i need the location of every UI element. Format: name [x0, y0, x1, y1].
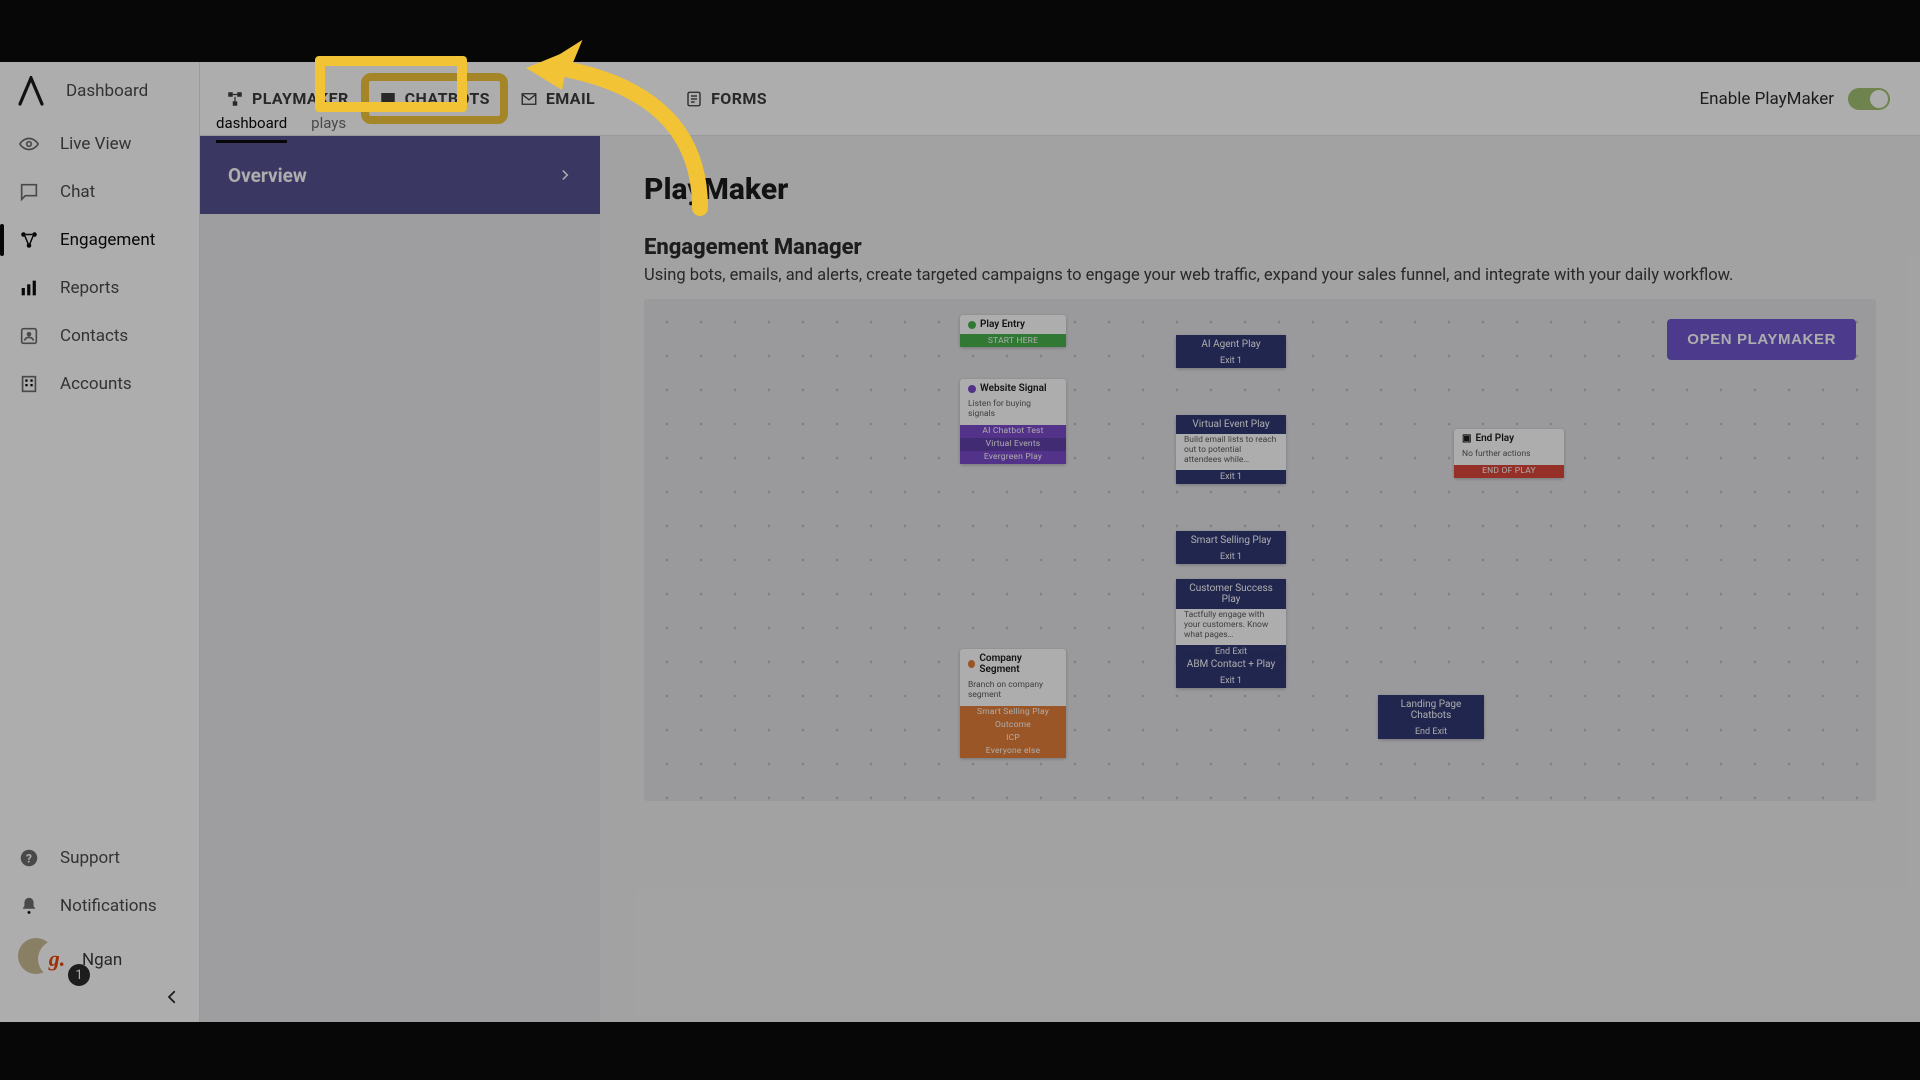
node-smart-selling[interactable]: Smart Selling Play Exit 1: [1176, 531, 1286, 564]
chevron-left-icon: [163, 988, 181, 1006]
collapse-button[interactable]: [0, 982, 199, 1012]
stop-icon: ▣: [1462, 433, 1471, 444]
logo-row: Dashboard: [0, 62, 199, 120]
sidebar-item-support[interactable]: ? Support: [0, 834, 199, 882]
tab-label: EMAIL: [546, 89, 595, 108]
rail-label: Overview: [228, 164, 307, 187]
tab-label: PLAYMAKER: [252, 89, 349, 108]
node-abm[interactable]: ABM Contact + Play Exit 1: [1176, 655, 1286, 688]
subtab-plays[interactable]: plays: [311, 114, 346, 143]
contact-icon: [18, 325, 40, 347]
sidebar-item-notifications[interactable]: Notifications: [0, 882, 199, 930]
svg-text:?: ?: [26, 852, 32, 866]
node-website-signal[interactable]: Website Signal Listen for buying signals…: [960, 379, 1066, 464]
tab-playmaker[interactable]: PLAYMAKER: [216, 81, 359, 116]
section-description: Using bots, emails, and alerts, create t…: [644, 266, 1876, 285]
nav-top: Live View Chat Engagement: [0, 120, 199, 834]
tab-label: CHATBOTS: [405, 89, 490, 108]
form-icon: [685, 90, 703, 108]
help-icon: ?: [18, 847, 40, 869]
bell-icon: [18, 895, 40, 917]
node-virtual-event[interactable]: Virtual Event Play Build email lists to …: [1176, 415, 1286, 484]
building-icon: [18, 373, 40, 395]
chat-icon: [18, 181, 40, 203]
logo-icon: [18, 76, 44, 106]
user-name: Ngan: [82, 950, 122, 970]
bars-icon: [18, 277, 40, 299]
mail-icon: [520, 90, 538, 108]
flow-connectors: [644, 299, 944, 449]
enable-toggle[interactable]: [1848, 88, 1890, 110]
header-tabs: PLAYMAKER CHATBOTS EMAIL: [216, 81, 777, 116]
node-play-entry[interactable]: Play Entry START HERE: [960, 315, 1066, 347]
open-playmaker-button[interactable]: OPEN PLAYMAKER: [1667, 319, 1856, 360]
sidebar-label: Support: [60, 848, 120, 868]
sidebar-label: Reports: [60, 278, 119, 298]
node-ai-agent[interactable]: AI Agent Play Exit 1: [1176, 335, 1286, 368]
nodes-icon: [18, 229, 40, 251]
sidebar-item-contacts[interactable]: Contacts: [0, 312, 199, 360]
section-subtitle: Engagement Manager: [644, 235, 1876, 260]
tab-email[interactable]: EMAIL: [510, 81, 605, 116]
chat-icon: [379, 90, 397, 108]
sidebar-label: Accounts: [60, 374, 132, 394]
sidebar-label: Chat: [60, 182, 95, 202]
tab-label: FORMS: [711, 89, 767, 108]
sidebar-item-accounts[interactable]: Accounts: [0, 360, 199, 408]
main: PlayMaker Engagement Manager Using bots,…: [600, 136, 1920, 1022]
node-company-segment[interactable]: Company Segment Branch on company segmen…: [960, 649, 1066, 758]
enable-label: Enable PlayMaker: [1699, 89, 1834, 109]
node-end-play[interactable]: ▣End Play No further actions END OF PLAY: [1454, 429, 1564, 478]
page-title: PlayMaker: [644, 172, 1876, 207]
node-landing[interactable]: Landing Page Chatbots End Exit: [1378, 695, 1484, 739]
notification-badge: 1: [68, 964, 90, 986]
tab-forms[interactable]: FORMS: [675, 81, 777, 116]
sidebar-label: Contacts: [60, 326, 128, 346]
sidebar-item-engagement[interactable]: Engagement: [0, 216, 199, 264]
sidebar: Dashboard Live View Chat: [0, 62, 200, 1022]
sidebar-label: Engagement: [60, 230, 155, 250]
subtab-dashboard[interactable]: dashboard: [216, 114, 287, 143]
sidebar-label: Live View: [60, 134, 131, 154]
chevron-right-icon: [558, 164, 572, 187]
flow-canvas[interactable]: OPEN PLAYMAKER: [644, 299, 1876, 801]
avatar-stack: g.: [18, 938, 68, 982]
user-row[interactable]: g. Ngan 1: [0, 930, 199, 982]
rail-overview[interactable]: Overview: [200, 136, 600, 214]
sidebar-item-dashboard[interactable]: Dashboard: [66, 81, 148, 101]
sidebar-item-liveview[interactable]: Live View: [0, 120, 199, 168]
subtabs: dashboard plays: [216, 114, 346, 143]
header: PLAYMAKER CHATBOTS EMAIL: [200, 62, 1920, 136]
sidebar-label: Dashboard: [66, 81, 148, 101]
eye-icon: [18, 133, 40, 155]
enable-playmaker-toggle-row: Enable PlayMaker: [1699, 88, 1890, 110]
node-customer-success[interactable]: Customer Success Play Tactfully engage w…: [1176, 579, 1286, 659]
section-rail: Overview: [200, 136, 600, 1022]
sidebar-item-reports[interactable]: Reports: [0, 264, 199, 312]
sidebar-item-chat[interactable]: Chat: [0, 168, 199, 216]
nav-bottom: ? Support Notifications g. Ngan: [0, 834, 199, 1022]
sidebar-label: Notifications: [60, 896, 157, 916]
nodes-icon: [226, 90, 244, 108]
tab-chatbots[interactable]: CHATBOTS: [369, 81, 500, 116]
